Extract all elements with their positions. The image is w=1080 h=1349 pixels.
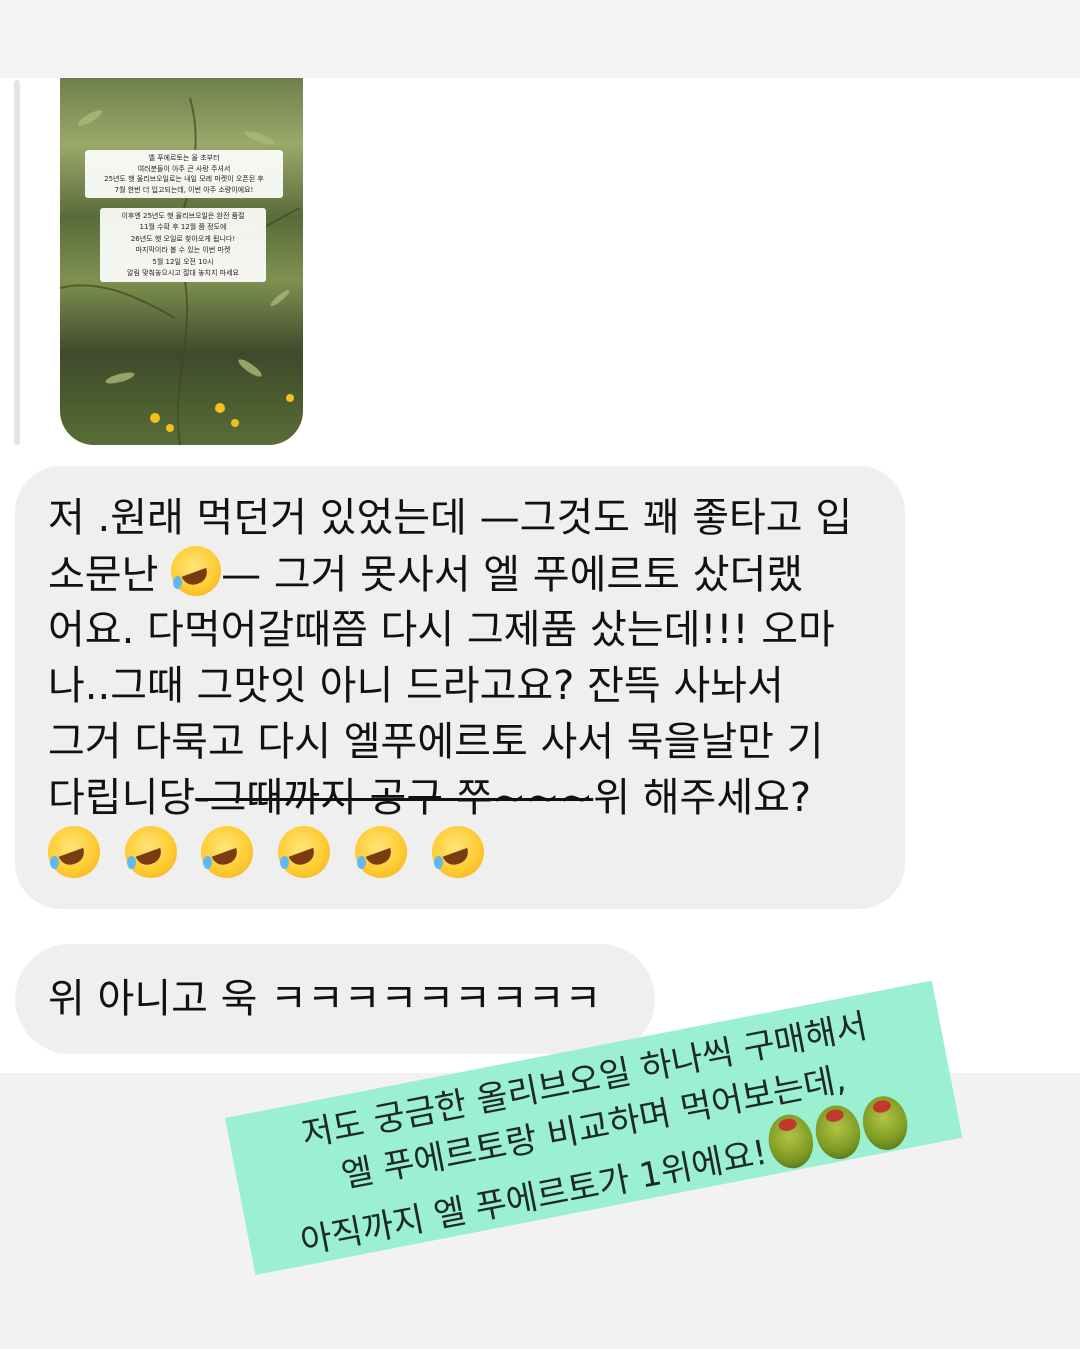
message-line: 나..그때 그맛잇 아니 드라고요? 잔뜩 사놔서 bbox=[48, 663, 784, 709]
olive-emoji-icon bbox=[858, 1092, 913, 1154]
story-text-overlay-top: 엘 푸에르토는 올 초부터 여러분들이 아주 큰 사랑 주셔서 25년도 햇 올… bbox=[85, 150, 283, 198]
story-overlay-line: 마지막이라 볼 수 있는 이번 마켓 bbox=[135, 246, 231, 255]
message-line: 어요. 다먹어갈때쯤 다시 그제품 샀는데!!! 오마 bbox=[48, 607, 835, 653]
emoji-row bbox=[48, 826, 496, 885]
story-overlay-line: 엘 푸에르토는 올 초부터 bbox=[148, 154, 220, 162]
message-line: 그거 다묵고 다시 엘푸에르토 사서 묵을날만 기 bbox=[48, 719, 824, 765]
message-text: 소문난 bbox=[48, 552, 172, 598]
reply-indicator-line bbox=[14, 80, 20, 445]
laughing-emoji-icon bbox=[201, 826, 254, 878]
message-line: 다립니당-그때까지 공구 쭈~~~위 해주세요? bbox=[48, 770, 811, 826]
message-text: 다립니당 bbox=[48, 775, 196, 821]
olive-emoji-icon bbox=[764, 1110, 818, 1173]
olive-emoji-icon bbox=[811, 1101, 865, 1163]
message-line: 위 아니고 욱 ㅋㅋㅋㅋㅋㅋㅋㅋㅋ bbox=[48, 976, 602, 1022]
story-overlay-line: 이후엔 25년도 햇 올리브오일은 완전 품절 bbox=[121, 212, 245, 220]
story-text-overlay-bottom: 이후엔 25년도 햇 올리브오일은 완전 품절 11월 수확 후 12월 쯤 정… bbox=[100, 208, 266, 283]
laughing-emoji-icon bbox=[431, 826, 484, 878]
message-bubble[interactable]: 위 아니고 욱 ㅋㅋㅋㅋㅋㅋㅋㅋㅋ bbox=[15, 944, 655, 1054]
message-line: 저 .원래 먹던거 있었는데 —그것도 꽤 좋타고 입 bbox=[48, 495, 853, 541]
message-text: — 그거 못사서 엘 푸에르토 샀더랬 bbox=[221, 552, 804, 598]
message-text: 위 해주세요? bbox=[593, 775, 812, 821]
header-area bbox=[0, 0, 1080, 78]
message-bubble[interactable]: 저 .원래 먹던거 있었는데 —그것도 꽤 좋타고 입 소문난 — 그거 못사서… bbox=[15, 466, 905, 909]
story-overlay-line: 25년도 햇 올리브오일로는 내일 모레 마켓이 오픈된 후 bbox=[104, 175, 264, 183]
story-overlay-line: 7월 한번 더 입고되는데, 이번 아주 소량이에요! bbox=[114, 185, 254, 194]
laughing-emoji-icon bbox=[124, 826, 177, 878]
story-overlay-line: 알림 맞춰놓으시고 절대 놓치지 마세요 bbox=[127, 269, 239, 278]
story-overlay-line: 5월 12일 오전 10시 bbox=[152, 257, 214, 266]
laughing-emoji-icon bbox=[48, 826, 100, 878]
laughing-emoji-icon bbox=[171, 546, 222, 596]
story-overlay-line: 여러분들이 아주 큰 사랑 주셔서 bbox=[137, 164, 231, 173]
laughing-emoji-icon bbox=[278, 826, 331, 878]
story-overlay-line: 26년도 햇 오일로 찾아오게 됩니다! bbox=[130, 234, 236, 243]
story-overlay-line: 11월 수확 후 12월 쯤 정도에 bbox=[139, 223, 227, 232]
message-line: 소문난 — 그거 못사서 엘 푸에르토 샀더랬 bbox=[48, 546, 803, 603]
laughing-emoji-icon bbox=[354, 826, 407, 878]
strikethrough-text: -그때까지 공구 쭈~~~ bbox=[195, 775, 594, 821]
